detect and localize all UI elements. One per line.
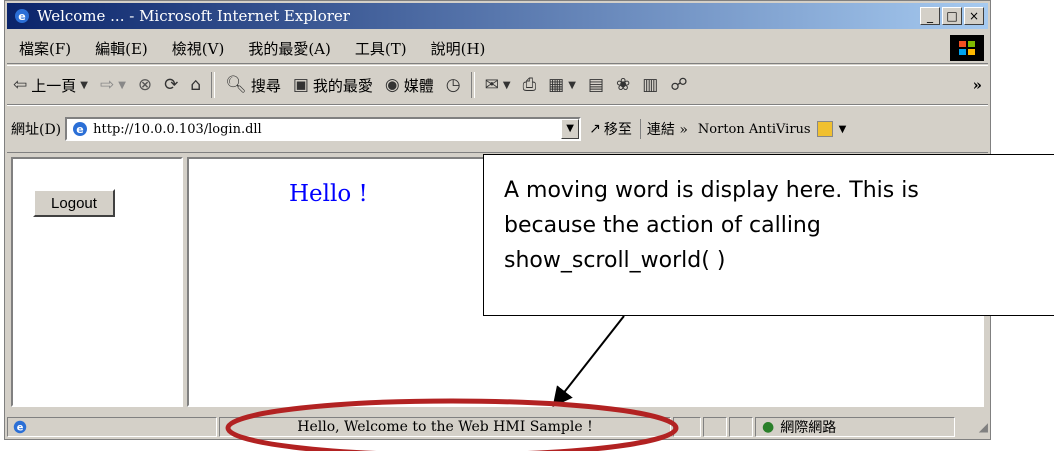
- edit-button[interactable]: ▦ ▼: [542, 75, 582, 95]
- status-bar: e Hello, Welcome to the Web HMI Sample !…: [7, 415, 988, 439]
- toolbar-overflow-chevron[interactable]: »: [973, 76, 988, 94]
- callout-line: A moving word is display here. This is: [504, 178, 919, 203]
- menu-favorites[interactable]: 我的最愛(A): [236, 38, 343, 59]
- history-button[interactable]: ◷: [440, 75, 467, 95]
- forward-button[interactable]: ⇨ ▼: [94, 75, 132, 95]
- print-button[interactable]: ⎙: [517, 75, 543, 95]
- back-button[interactable]: ⇦ 上一頁 ▼: [7, 75, 94, 96]
- toolbar: ⇦ 上一頁 ▼ ⇨ ▼ ⊗ ⟳ ⌂ 🔍︎ 搜尋 ▣ 我的最愛 ◉ 媒體 ◷ ✉ …: [7, 65, 988, 105]
- home-button[interactable]: ⌂: [184, 75, 207, 95]
- menu-file[interactable]: 檔案(F): [7, 38, 83, 59]
- resize-grip-icon[interactable]: ◢: [979, 420, 988, 434]
- history-icon: ◷: [445, 75, 461, 95]
- search-label: 搜尋: [250, 76, 281, 95]
- svg-text:e: e: [76, 123, 83, 136]
- address-dropdown-icon[interactable]: ▼: [561, 119, 580, 139]
- toolbar-separator: [211, 72, 216, 98]
- status-cell-1: [673, 417, 701, 437]
- search-icon: 🔍︎: [225, 75, 247, 95]
- norton-label: Norton AntiVirus: [697, 121, 811, 137]
- norton-antivirus-button[interactable]: Norton AntiVirus ▼: [694, 121, 850, 137]
- status-cell-3: [729, 417, 753, 437]
- edit-dropdown-icon: ▼: [568, 79, 576, 91]
- close-button[interactable]: ×: [964, 7, 984, 25]
- research-button[interactable]: ▥: [636, 75, 664, 95]
- menu-tools[interactable]: 工具(T): [343, 38, 419, 59]
- ie-logo-icon: e: [15, 9, 29, 23]
- callout-line: show_scroll_world( ): [504, 248, 726, 273]
- media-button[interactable]: ◉ 媒體: [379, 75, 440, 96]
- windows-logo-icon: [950, 35, 984, 61]
- status-icon-cell: e: [7, 417, 217, 437]
- hello-text: Hello !: [289, 181, 368, 207]
- menu-bar: 檔案(F) 編輯(E) 檢視(V) 我的最愛(A) 工具(T) 說明(H): [7, 33, 988, 64]
- svg-text:e: e: [18, 10, 25, 23]
- callout-line: because the action of calling: [504, 213, 821, 238]
- status-message: Hello, Welcome to the Web HMI Sample !: [297, 419, 593, 435]
- stop-button[interactable]: ⊗: [132, 75, 158, 95]
- media-label: 媒體: [403, 76, 434, 95]
- research-icon: ▥: [642, 75, 659, 95]
- menu-view[interactable]: 檢視(V): [160, 38, 237, 59]
- forward-dropdown-icon: ▼: [118, 79, 126, 91]
- messenger-button[interactable]: ❀: [610, 75, 636, 95]
- address-input[interactable]: e http://10.0.0.103/login.dll ▼: [65, 117, 582, 141]
- messenger-icon: ❀: [616, 75, 631, 95]
- status-zone-cell: ● 網際網路: [755, 417, 955, 437]
- go-arrow-icon: ↗: [589, 121, 601, 137]
- stop-icon: ⊗: [137, 75, 153, 95]
- discuss-button[interactable]: ▤: [582, 75, 610, 95]
- network-button[interactable]: ☍: [664, 75, 693, 95]
- status-ie-icon: e: [13, 420, 27, 434]
- print-icon: ⎙: [522, 75, 537, 95]
- media-icon: ◉: [384, 75, 400, 95]
- left-frame: Logout: [11, 157, 183, 407]
- mail-icon: ✉: [484, 75, 499, 95]
- minimize-button[interactable]: _: [920, 7, 940, 25]
- refresh-icon: ⟳: [164, 75, 179, 95]
- address-bar: 網址(D) e http://10.0.0.103/login.dll ▼ ↗ …: [7, 105, 988, 153]
- page-ie-icon: e: [73, 122, 88, 136]
- home-icon: ⌂: [190, 75, 202, 95]
- maximize-button[interactable]: □: [942, 7, 962, 25]
- go-button[interactable]: ↗ 移至: [581, 119, 640, 139]
- toolbar-separator: [470, 72, 475, 98]
- edit-icon: ▦: [548, 75, 565, 95]
- status-cell-2: [703, 417, 727, 437]
- mail-button[interactable]: ✉ ▼: [479, 75, 517, 95]
- go-label: 移至: [603, 122, 632, 138]
- back-dropdown-icon: ▼: [80, 79, 88, 91]
- address-url: http://10.0.0.103/login.dll: [93, 121, 262, 137]
- logout-button[interactable]: Logout: [33, 189, 115, 217]
- title-bar[interactable]: e Welcome ... - Microsoft Internet Explo…: [7, 3, 988, 29]
- status-message-cell: Hello, Welcome to the Web HMI Sample !: [219, 417, 671, 437]
- norton-icon: [816, 121, 833, 137]
- internet-globe-icon: ●: [762, 419, 775, 435]
- menu-help[interactable]: 說明(H): [419, 38, 498, 59]
- favorites-button[interactable]: ▣ 我的最愛: [287, 75, 379, 96]
- status-zone: 網際網路: [780, 420, 837, 436]
- favorites-label: 我的最愛: [312, 76, 373, 95]
- norton-dropdown-icon: ▼: [838, 123, 847, 135]
- refresh-button[interactable]: ⟳: [158, 75, 184, 95]
- svg-text:e: e: [17, 423, 24, 434]
- forward-arrow-icon: ⇨: [99, 75, 115, 95]
- network-icon: ☍: [670, 75, 688, 95]
- search-button[interactable]: 🔍︎ 搜尋: [219, 75, 287, 96]
- mail-dropdown-icon: ▼: [502, 79, 511, 91]
- annotation-callout: A moving word is display here. This is b…: [483, 154, 1054, 316]
- discuss-icon: ▤: [587, 75, 604, 95]
- address-label: 網址(D): [11, 122, 62, 138]
- menu-edit[interactable]: 編輯(E): [83, 38, 160, 59]
- back-arrow-icon: ⇦: [13, 75, 28, 95]
- links-button[interactable]: 連結 »: [639, 119, 694, 139]
- favorites-icon: ▣: [292, 75, 309, 95]
- back-label: 上一頁: [31, 76, 77, 95]
- window-title: Welcome ... - Microsoft Internet Explore…: [37, 7, 350, 25]
